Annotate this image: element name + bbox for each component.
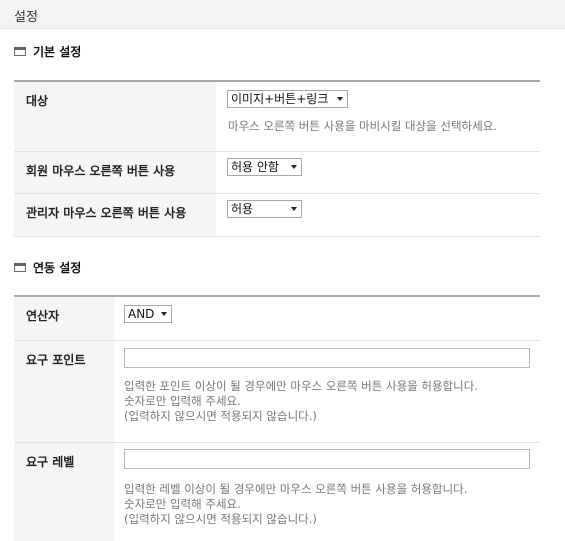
required-level-help-3: (입력하지 않으시면 적용되지 않습니다.) (124, 512, 317, 526)
admin-right-click-label: 관리자 마우스 오른쪽 버튼 사용 (14, 194, 216, 236)
page-header: 설정 (0, 0, 565, 29)
setting-row-operator: 연산자 AND (14, 297, 540, 341)
required-point-value-cell: 입력한 포인트 이상이 될 경우에만 마우스 오른쪽 버튼 사용을 허용합니다.… (114, 341, 540, 442)
admin-right-click-select[interactable]: 허용 (227, 200, 302, 218)
operator-value-cell: AND (114, 297, 540, 340)
member-right-click-label: 회원 마우스 오른쪽 버튼 사용 (14, 152, 216, 193)
operator-label: 연산자 (14, 297, 114, 340)
required-level-help-2: 숫자로만 입력해 주세요. (124, 497, 241, 511)
required-level-help-1: 입력한 레벨 이상이 될 경우에만 마우스 오른쪽 버튼 사용을 허용합니다. (124, 482, 468, 496)
required-level-label: 요구 레벨 (14, 443, 114, 541)
section-heading-basic: 기본 설정 (14, 43, 81, 60)
required-point-input[interactable] (124, 348, 530, 368)
member-right-click-value-cell: 허용 안함 (216, 152, 540, 193)
required-point-help-1: 입력한 포인트 이상이 될 경우에만 마우스 오른쪽 버튼 사용을 허용합니다. (124, 379, 478, 393)
target-select-value: 이미지+버튼+링크 (231, 92, 329, 106)
member-right-click-select-value: 허용 안함 (231, 160, 279, 174)
required-point-help-3: (입력하지 않으시면 적용되지 않습니다.) (124, 409, 317, 423)
setting-row-target: 대상 이미지+버튼+링크 마우스 오른쪽 버튼 사용을 마비시킬 대상을 선택하… (14, 82, 540, 152)
target-select[interactable]: 이미지+버튼+링크 (227, 90, 348, 108)
chevron-down-icon (291, 165, 297, 169)
chevron-down-icon (161, 312, 167, 316)
setting-row-member-right-click: 회원 마우스 오른쪽 버튼 사용 허용 안함 (14, 152, 540, 194)
operator-select[interactable]: AND (124, 305, 172, 323)
setting-row-required-point: 요구 포인트 입력한 포인트 이상이 될 경우에만 마우스 오른쪽 버튼 사용을… (14, 341, 540, 443)
setting-row-required-level: 요구 레벨 입력한 레벨 이상이 될 경우에만 마우스 오른쪽 버튼 사용을 허… (14, 443, 540, 541)
chevron-down-icon (291, 207, 297, 211)
chevron-down-icon (337, 97, 343, 101)
linked-settings-table: 연산자 AND 요구 포인트 입력한 포인트 이상이 될 경우에만 마우스 오른… (14, 295, 540, 541)
operator-select-value: AND (128, 307, 155, 321)
required-level-input[interactable] (124, 449, 530, 469)
basic-settings-table: 대상 이미지+버튼+링크 마우스 오른쪽 버튼 사용을 마비시킬 대상을 선택하… (14, 80, 540, 237)
setting-row-admin-right-click: 관리자 마우스 오른쪽 버튼 사용 허용 (14, 194, 540, 237)
section-heading-basic-label: 기본 설정 (33, 45, 82, 59)
target-label: 대상 (14, 82, 216, 151)
page-title: 설정 (14, 10, 38, 25)
target-help-text: 마우스 오른쪽 버튼 사용을 마비시킬 대상을 선택하세요. (228, 119, 497, 133)
required-point-label: 요구 포인트 (14, 341, 114, 442)
section-heading-linked-label: 연동 설정 (33, 261, 82, 275)
window-icon (14, 47, 26, 56)
admin-right-click-select-value: 허용 (231, 202, 254, 216)
required-level-value-cell: 입력한 레벨 이상이 될 경우에만 마우스 오른쪽 버튼 사용을 허용합니다. … (114, 443, 540, 541)
member-right-click-select[interactable]: 허용 안함 (227, 158, 302, 176)
window-icon (14, 263, 26, 272)
admin-right-click-value-cell: 허용 (216, 194, 540, 236)
section-heading-linked: 연동 설정 (14, 259, 81, 276)
required-point-help-2: 숫자로만 입력해 주세요. (124, 394, 241, 408)
target-value-cell: 이미지+버튼+링크 마우스 오른쪽 버튼 사용을 마비시킬 대상을 선택하세요. (216, 82, 540, 151)
